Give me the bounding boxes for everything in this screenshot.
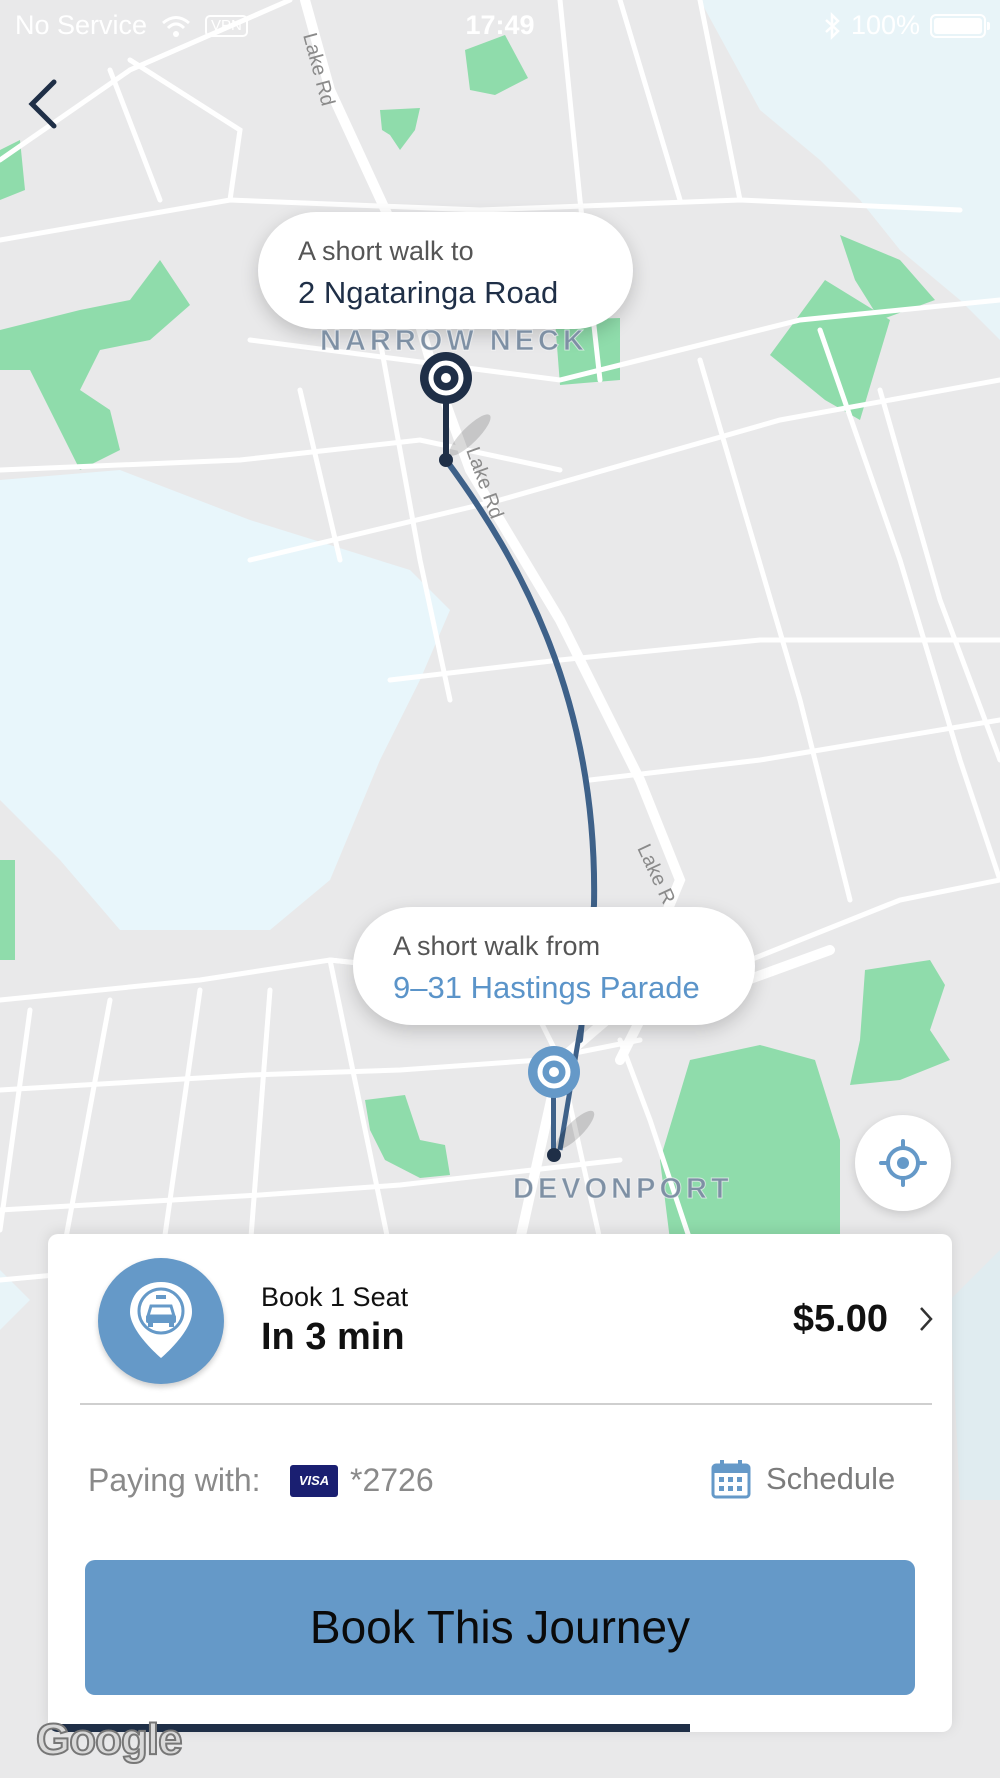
calendar-icon bbox=[711, 1460, 751, 1499]
ride-option-row[interactable]: Book 1 Seat In 3 min $5.00 bbox=[48, 1234, 952, 1404]
booking-sheet: Book 1 Seat In 3 min $5.00 Paying with: … bbox=[48, 1234, 952, 1732]
battery-icon bbox=[930, 13, 990, 38]
schedule-label: Schedule bbox=[766, 1461, 896, 1496]
park bbox=[0, 860, 15, 960]
divider bbox=[80, 1403, 932, 1405]
locate-icon bbox=[879, 1139, 927, 1187]
bluetooth-icon bbox=[825, 11, 840, 40]
card-last-digits[interactable]: *2726 bbox=[350, 1462, 434, 1499]
dropoff-address: 9–31 Hastings Parade bbox=[393, 970, 700, 1005]
park bbox=[660, 1045, 840, 1240]
ride-type-badge bbox=[98, 1258, 224, 1384]
pickup-walk-label: A short walk to bbox=[298, 236, 474, 266]
pickup-walk-bubble: A short walk to 2 Ngataringa Road bbox=[258, 212, 633, 329]
dropoff-walk-label: A short walk from bbox=[393, 931, 601, 961]
place-label-devonport: DEVONPORT bbox=[513, 1173, 733, 1206]
ride-price: $5.00 bbox=[792, 1298, 888, 1340]
taxi-pin-icon bbox=[130, 1282, 192, 1358]
ride-eta: In 3 min bbox=[261, 1316, 405, 1358]
paying-with-label: Paying with: bbox=[88, 1462, 261, 1498]
chevron-right-icon bbox=[920, 1307, 933, 1331]
place-label-narrow-neck: NARROW NECK bbox=[320, 325, 588, 358]
pickup-address: 2 Ngataringa Road bbox=[298, 275, 559, 310]
battery-percent: 100% bbox=[850, 10, 920, 40]
dropoff-walk-bubble: A short walk from 9–31 Hastings Parade bbox=[353, 907, 755, 1025]
google-attribution: Google bbox=[35, 1714, 184, 1765]
status-bar: No Service VPN 17:49 100% bbox=[0, 0, 1000, 50]
schedule-button[interactable]: Schedule bbox=[710, 1454, 895, 1504]
my-location-button[interactable] bbox=[855, 1115, 951, 1211]
book-journey-button[interactable]: Book This Journey bbox=[85, 1560, 915, 1695]
back-button[interactable] bbox=[20, 72, 70, 132]
booking-progress bbox=[48, 1724, 952, 1732]
back-chevron-icon bbox=[28, 79, 57, 129]
ride-seat-label: Book 1 Seat bbox=[261, 1282, 409, 1312]
visa-card-icon[interactable]: VISA bbox=[290, 1465, 338, 1497]
